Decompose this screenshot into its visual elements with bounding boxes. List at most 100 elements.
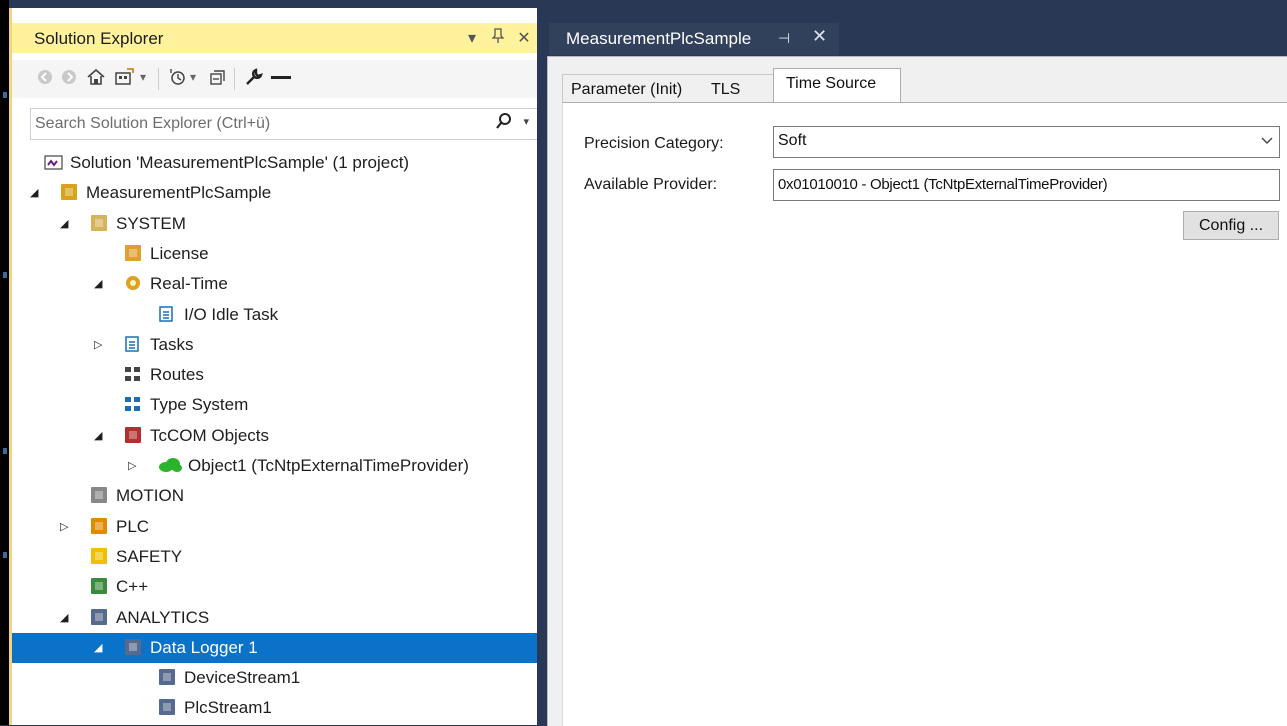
tree-item-label: Routes xyxy=(150,365,204,385)
window-position-dropdown-icon[interactable]: ▾ xyxy=(464,28,480,49)
preview-selected-icon[interactable] xyxy=(270,68,292,90)
solution-explorer-title-bar: Solution Explorer ▾ ✕ xyxy=(12,23,540,53)
pending-changes-icon[interactable] xyxy=(168,68,188,90)
project-icon xyxy=(60,183,78,201)
tree-item[interactable]: Solution 'MeasurementPlcSample' (1 proje… xyxy=(12,148,540,178)
frame-marker xyxy=(3,552,7,558)
tree-item[interactable]: Routes xyxy=(12,360,540,390)
motion-icon xyxy=(90,486,108,504)
home-icon[interactable] xyxy=(86,68,106,90)
tree-item-label: PlcStream1 xyxy=(184,698,272,718)
forward-icon[interactable] xyxy=(60,68,78,90)
tree-item-label: C++ xyxy=(116,577,149,597)
close-icon[interactable]: ✕ xyxy=(516,28,532,49)
tree-item[interactable]: ▷ Tasks xyxy=(12,330,540,360)
properties-wrench-icon[interactable] xyxy=(244,68,264,90)
safety-icon xyxy=(90,547,108,565)
expanded-arrow-icon[interactable]: ◢ xyxy=(60,217,68,230)
search-input[interactable]: Search Solution Explorer (Ctrl+ü) xyxy=(35,115,270,133)
chevron-down-icon[interactable]: ▾ xyxy=(523,115,529,128)
tree-item[interactable]: PlcStream1 xyxy=(12,693,540,723)
tab-label: Parameter (Init) xyxy=(571,81,683,98)
tree-item-label: Data Logger 1 xyxy=(150,637,258,657)
search-icon[interactable] xyxy=(495,112,513,137)
tree-item[interactable]: ◢ TcCOM Objects xyxy=(12,421,540,451)
config-button[interactable]: Config ... xyxy=(1183,211,1279,240)
cpp-icon xyxy=(90,577,108,595)
pin-icon[interactable]: ⊣ xyxy=(778,30,790,47)
document-tab-label[interactable]: MeasurementPlcSample xyxy=(566,29,751,49)
tree-item-label: License xyxy=(150,243,209,263)
tab-parameter-init[interactable]: Parameter (Init) xyxy=(562,74,706,103)
stream-icon xyxy=(158,698,176,716)
precision-category-value: Soft xyxy=(778,132,807,149)
tree-item[interactable]: Type System xyxy=(12,390,540,420)
tree-item-label: SAFETY xyxy=(116,546,183,566)
tree-item[interactable]: ▷ Object1 (TcNtpExternalTimeProvider) xyxy=(12,451,540,481)
tree-item-label: MOTION xyxy=(116,486,184,506)
available-provider-field[interactable]: 0x01010010 - Object1 (TcNtpExternalTimeP… xyxy=(773,169,1280,201)
tree-item[interactable]: ◢ Data Logger 1 xyxy=(12,632,540,663)
tasks-icon xyxy=(124,335,142,353)
analytics-icon xyxy=(90,608,108,626)
expanded-arrow-icon[interactable]: ◢ xyxy=(94,277,102,290)
expanded-arrow-icon[interactable]: ◢ xyxy=(94,641,102,654)
frame-marker xyxy=(3,448,7,454)
search-box[interactable]: Search Solution Explorer (Ctrl+ü) ▾ xyxy=(30,108,538,140)
tree-item-label: Real-Time xyxy=(150,274,228,294)
collapsed-arrow-icon[interactable]: ▷ xyxy=(128,459,136,472)
expanded-arrow-icon[interactable]: ◢ xyxy=(94,429,102,442)
expanded-arrow-icon[interactable]: ◢ xyxy=(30,186,38,199)
precision-category-select[interactable]: Soft xyxy=(773,126,1280,158)
tree-item[interactable]: C++ xyxy=(12,572,540,602)
tccom-icon xyxy=(124,426,142,444)
tree-item[interactable]: DeviceStream1 xyxy=(12,663,540,693)
routes-icon xyxy=(124,365,142,383)
close-icon[interactable]: ✕ xyxy=(812,26,827,47)
collapse-all-icon[interactable] xyxy=(208,68,228,90)
tree-item-label: PLC xyxy=(116,516,150,536)
system-icon xyxy=(90,214,108,232)
chevron-down-icon[interactable]: ▾ xyxy=(190,70,196,92)
tab-label: TLS xyxy=(711,81,741,98)
frame-marker xyxy=(3,272,7,278)
expanded-arrow-icon[interactable]: ◢ xyxy=(60,611,68,624)
tree-item-label: MeasurementPlcSample xyxy=(86,183,272,203)
back-icon[interactable] xyxy=(36,68,54,90)
tree-item[interactable]: ◢ Real-Time xyxy=(12,269,540,299)
tree-item[interactable]: ▷ PLC xyxy=(12,512,540,542)
available-provider-label: Available Provider: xyxy=(584,176,718,193)
tree-item[interactable]: I/O Idle Task xyxy=(12,300,540,330)
collapsed-arrow-icon[interactable]: ▷ xyxy=(94,338,102,351)
tree-item[interactable]: MOTION xyxy=(12,481,540,511)
solution-icon xyxy=(44,153,63,171)
precision-category-label: Precision Category: xyxy=(584,135,724,152)
collapsed-arrow-icon[interactable]: ▷ xyxy=(60,520,68,533)
data-logger-icon xyxy=(124,638,142,656)
tree-item[interactable]: SAFETY xyxy=(12,542,540,572)
tree-item[interactable]: ◢ SYSTEM xyxy=(12,209,540,239)
tree-item[interactable]: ◢ ANALYTICS xyxy=(12,603,540,633)
tree-item-label: I/O Idle Task xyxy=(184,304,279,324)
chevron-down-icon[interactable] xyxy=(1261,133,1273,149)
tree-item-label: ANALYTICS xyxy=(116,607,210,627)
plc-icon xyxy=(90,517,108,535)
pin-icon[interactable] xyxy=(490,28,506,49)
type-system-icon xyxy=(124,395,142,413)
realtime-icon xyxy=(124,274,142,292)
tab-label: Time Source xyxy=(786,75,877,92)
tree-item-label: Tasks xyxy=(150,334,194,354)
tree-item[interactable]: License xyxy=(12,239,540,269)
switch-views-icon[interactable] xyxy=(114,68,136,90)
tab-tls[interactable]: TLS xyxy=(703,74,774,103)
chevron-down-icon[interactable]: ▾ xyxy=(140,70,146,92)
window-frame-top xyxy=(0,0,1287,8)
available-provider-value: 0x01010010 - Object1 (TcNtpExternalTimeP… xyxy=(778,176,1108,193)
window-frame-left xyxy=(0,0,9,725)
tree-item-label: SYSTEM xyxy=(116,213,186,233)
toolbar-separator xyxy=(234,68,235,90)
tree-item-label: Type System xyxy=(150,395,249,415)
tab-time-source[interactable]: Time Source xyxy=(773,68,901,103)
solution-explorer-toolbar: ▾ ▾ xyxy=(12,60,540,98)
tree-item[interactable]: ◢ MeasurementPlcSample xyxy=(12,178,540,208)
